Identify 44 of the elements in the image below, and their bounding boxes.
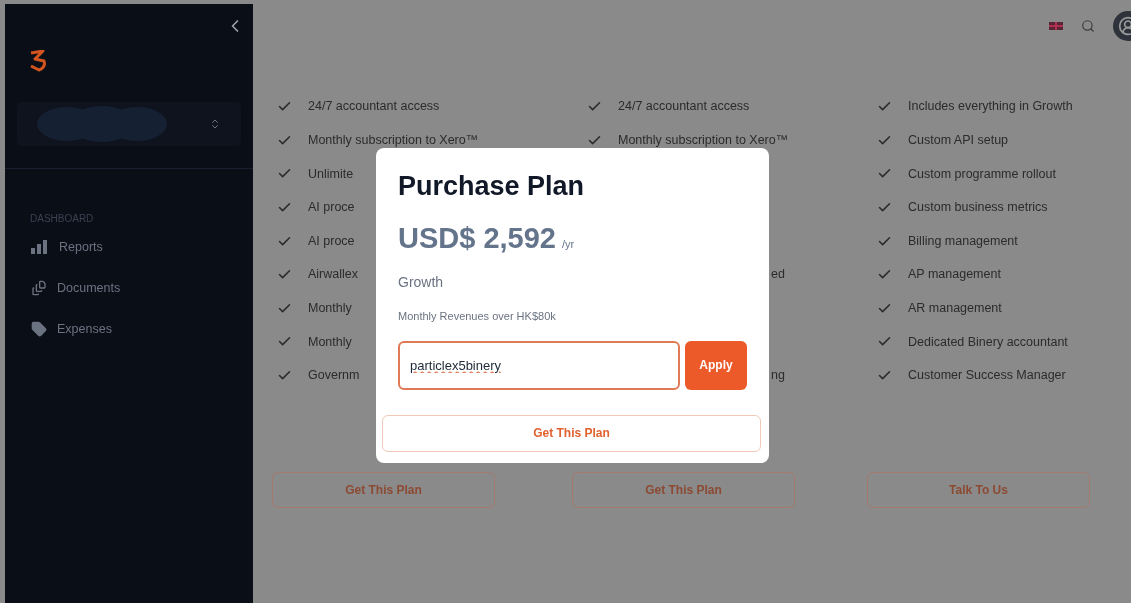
plan-name: Growth — [398, 273, 445, 292]
nav-item[interactable]: Reports — [31, 238, 103, 257]
feature-text: Dedicated Binery accountant — [908, 333, 1068, 351]
get-plan-button[interactable]: Get This Plan — [382, 414, 761, 452]
feature-text: ng — [771, 367, 785, 385]
feature-text: Custom API setup — [908, 132, 1009, 149]
feature-text: Includes everything in Growth — [908, 98, 1073, 116]
logo-icon — [29, 50, 47, 72]
feature-text: Unlimite — [308, 165, 354, 183]
feature-text: Billing management — [908, 232, 1018, 250]
feature-text: Monthly — [308, 333, 352, 351]
feature-text: Governm — [308, 367, 360, 385]
feature-text: 24/7 accountant access — [618, 98, 750, 116]
feature-text: AR management — [908, 300, 1002, 317]
plan-button[interactable]: Get This Plan — [572, 472, 795, 509]
feature-text: Customer Success Manager — [908, 367, 1066, 385]
flag-icon[interactable] — [1049, 22, 1063, 30]
documents-icon — [31, 280, 47, 297]
feature-text: Custom business metrics — [908, 199, 1048, 217]
price: USD$ 2,592 — [398, 220, 556, 256]
feature-text: Monthly subscription to Xero™ — [308, 132, 479, 149]
plan-button[interactable]: Get This Plan — [272, 472, 495, 509]
plan-description: Monthly Revenues over HK$80k — [398, 309, 557, 324]
feature-text: AI proce — [308, 232, 355, 250]
modal-title: Purchase Plan — [398, 170, 586, 203]
up-down-chevron-icon — [209, 118, 221, 130]
section-label: DASHBOARD — [30, 212, 95, 226]
feature-text: Monthly — [308, 300, 352, 317]
coupon-field[interactable]: particlex5binery — [398, 340, 680, 390]
feature-text: Airwallex — [308, 266, 358, 284]
feature-text: 24/7 accountant access — [308, 98, 440, 116]
bar-chart-icon — [31, 240, 49, 255]
feature-text: Custom programme rollout — [908, 165, 1056, 183]
search-icon[interactable] — [1081, 19, 1095, 33]
feature-text: ed — [771, 266, 785, 284]
apply-button[interactable]: Apply — [685, 340, 747, 390]
plan-button[interactable]: Talk To Us — [867, 472, 1090, 509]
feature-text: AI proce — [308, 199, 355, 217]
price-period: /yr — [562, 236, 575, 252]
feature-text: Monthly subscription to Xero™ — [618, 132, 789, 149]
nav-item[interactable]: Expenses — [31, 319, 112, 339]
feature-text: AP management — [908, 266, 1001, 284]
tag-icon — [31, 320, 47, 337]
nav-item[interactable]: Documents — [31, 278, 121, 298]
